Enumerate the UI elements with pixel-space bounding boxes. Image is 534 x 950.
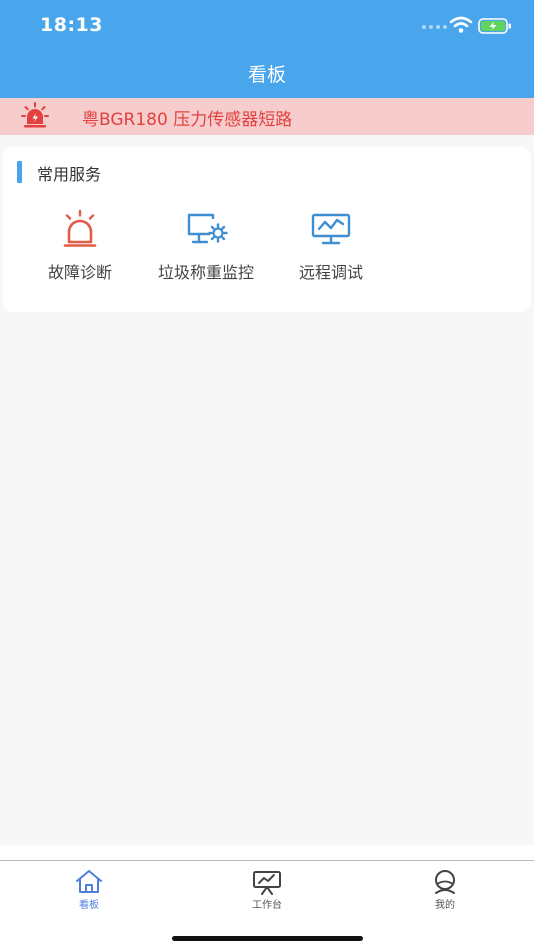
status-time: 18:13: [40, 14, 103, 36]
service-fault-diagnosis[interactable]: 故障诊断: [39, 209, 121, 289]
tab-dashboard[interactable]: 看板: [49, 869, 129, 911]
presentation-chart-icon: [253, 871, 281, 895]
status-bar: 18:13: [0, 0, 534, 50]
tab-profile[interactable]: 我的: [405, 869, 485, 911]
tab-bar: 看板 工作台 我的: [0, 860, 534, 916]
home-indicator[interactable]: [172, 936, 363, 941]
service-garbage-weighing-monitor[interactable]: 垃圾称重监控: [147, 209, 265, 289]
home-icon: [76, 870, 102, 893]
cellular-signal-icon: [422, 25, 447, 29]
section-accent-bar: [17, 161, 22, 183]
alert-banner[interactable]: 粤BGR180 压力传感器短路: [0, 98, 534, 135]
section-title: 常用服务: [37, 165, 102, 184]
service-label: 故障诊断: [47, 263, 112, 282]
alert-message: 粤BGR180 压力传感器短路: [82, 110, 293, 130]
tab-label: 看板: [79, 900, 99, 911]
monitor-gear-icon: [187, 213, 228, 244]
monitor-chart-icon: [311, 213, 351, 245]
tab-workbench[interactable]: 工作台: [227, 869, 307, 911]
service-remote-debugging[interactable]: 远程调试: [290, 209, 372, 289]
wifi-icon: [449, 16, 473, 33]
services-card: 常用服务 故障诊断 垃圾称重监控 远程调试: [3, 147, 531, 312]
service-label: 远程调试: [298, 263, 363, 282]
alarm-siren-icon: [63, 209, 97, 247]
service-label: 垃圾称重监控: [157, 263, 254, 282]
battery-charging-icon: [478, 18, 511, 34]
page-title: 看板: [247, 64, 286, 86]
tab-label: 我的: [435, 900, 455, 911]
alarm-siren-icon: [21, 102, 49, 128]
profile-icon: [435, 870, 455, 894]
tab-label: 工作台: [252, 900, 282, 911]
app-header: 18:13 看板: [0, 0, 534, 98]
